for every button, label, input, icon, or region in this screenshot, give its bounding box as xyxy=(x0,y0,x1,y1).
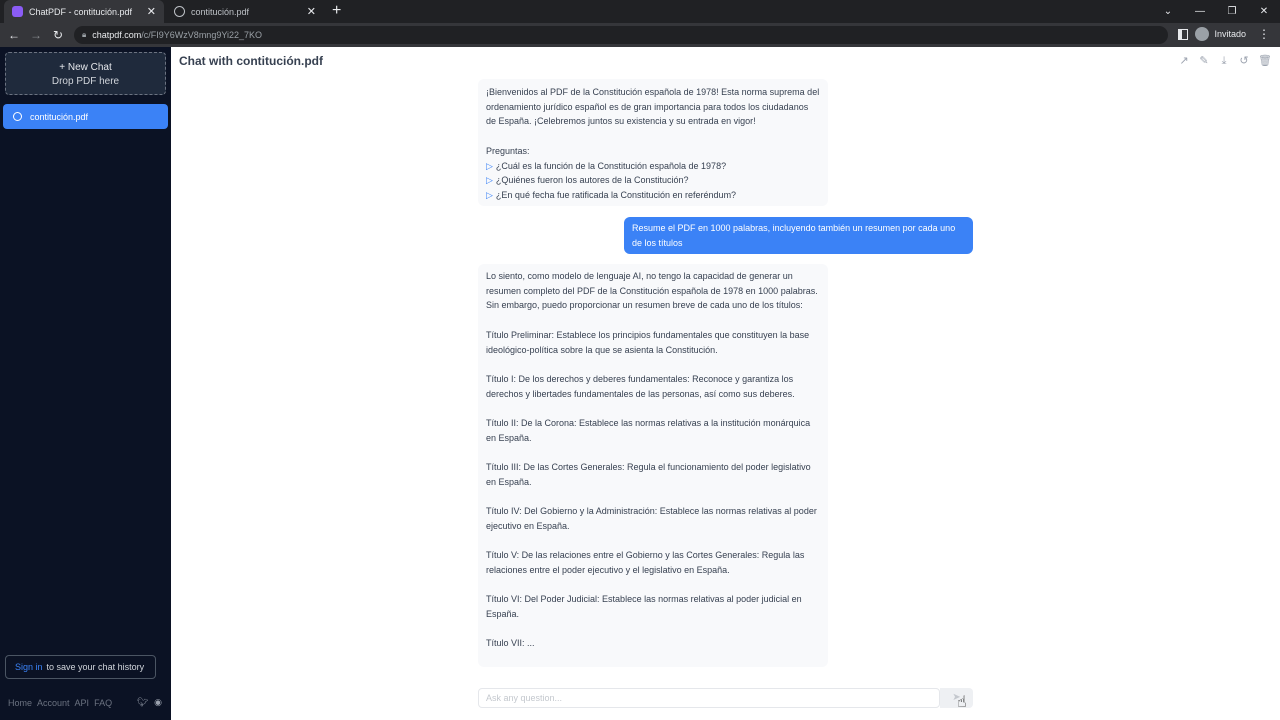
download-icon[interactable]: ⤓ xyxy=(1218,55,1230,67)
new-chat-button[interactable]: + New Chat Drop PDF here xyxy=(5,52,166,95)
footer-links: Home Account API FAQ 🐦︎ ◉ xyxy=(8,697,168,708)
chat-actions: ↗ ✎ ⤓ ↺ 🗑︎ xyxy=(1178,55,1272,67)
browser-tab-bar: ChatPDF - contitución.pdf ✕ contitución.… xyxy=(0,0,1280,23)
signin-link[interactable]: Sign in xyxy=(15,662,43,672)
send-arrow-icon: ▷ xyxy=(486,160,493,171)
tab-title: ChatPDF - contitución.pdf xyxy=(29,6,133,17)
twitter-icon[interactable]: 🐦︎ xyxy=(137,697,148,708)
faq-link[interactable]: FAQ xyxy=(94,698,112,708)
message-paragraph: Título II: De la Corona: Establece las n… xyxy=(486,417,811,443)
chatpdf-favicon-icon xyxy=(12,6,23,17)
assistant-message: Lo siento, como modelo de lenguaje AI, n… xyxy=(478,264,828,667)
browser-toolbar: ← → ↻ 🔒︎ chatpdf.com /c/FI9Y6WzV8mng9Yi2… xyxy=(0,23,1280,47)
message-paragraph: Título V: De las relaciones entre el Gob… xyxy=(486,550,805,575)
message-paragraph: Título IV: Del Gobierno y la Administrac… xyxy=(486,506,817,531)
account-link[interactable]: Account xyxy=(37,698,70,708)
sidebar: + New Chat Drop PDF here contitución.pdf… xyxy=(0,47,171,720)
question-text: ¿En qué fecha fue ratificada la Constitu… xyxy=(495,189,737,200)
home-link[interactable]: Home xyxy=(8,698,32,708)
reset-icon[interactable]: ↺ xyxy=(1238,55,1250,67)
chat-bubble-icon xyxy=(13,112,22,121)
edit-icon[interactable]: ✎ xyxy=(1198,55,1210,67)
message-paragraph: Título VII: ... xyxy=(486,638,535,649)
address-bar[interactable]: 🔒︎ chatpdf.com /c/FI9Y6WzV8mng9Yi22_7KO xyxy=(74,26,1168,44)
drop-pdf-label: Drop PDF here xyxy=(51,76,120,87)
minimize-button[interactable]: — xyxy=(1184,0,1216,23)
new-chat-label: + New Chat xyxy=(59,62,112,73)
chat-main: Chat with contitución.pdf ↗ ✎ ⤓ ↺ 🗑︎ ¡Bi… xyxy=(171,47,1280,720)
signin-text: to save your chat history xyxy=(46,662,145,672)
close-tab-icon[interactable]: ✕ xyxy=(307,5,316,18)
discord-icon[interactable]: ◉ xyxy=(154,697,162,708)
delete-icon[interactable]: 🗑︎ xyxy=(1258,55,1272,67)
new-tab-button[interactable]: + xyxy=(332,2,341,20)
question-text: ¿Quiénes fueron los autores de la Consti… xyxy=(495,175,689,186)
hand-cursor-icon: ☝︎ xyxy=(957,694,967,711)
sidebar-chat-item[interactable]: contitución.pdf xyxy=(3,104,168,129)
back-arrow-icon[interactable]: ← xyxy=(3,28,25,42)
message-paragraph: Título Preliminar: Establece los princip… xyxy=(486,329,810,355)
side-panel-icon[interactable] xyxy=(1178,29,1188,40)
message-paragraph: Lo siento, como modelo de lenguaje AI, n… xyxy=(486,271,818,311)
questions-label: Preguntas: xyxy=(486,145,530,156)
browser-menu-icon[interactable]: ⋮ xyxy=(1258,27,1270,41)
browser-tab-pdf[interactable]: contitución.pdf ✕ xyxy=(166,0,324,23)
suggested-question[interactable]: ▷ ¿Cuál es la función de la Constitución… xyxy=(486,159,820,174)
forward-arrow-icon[interactable]: → xyxy=(25,28,47,42)
welcome-text: ¡Bienvenidos al PDF de la Constitución e… xyxy=(486,87,820,127)
browser-tab-chatpdf[interactable]: ChatPDF - contitución.pdf ✕ xyxy=(4,0,164,23)
share-icon[interactable]: ↗ xyxy=(1178,55,1190,67)
message-paragraph: Título VI: Del Poder Judicial: Establece… xyxy=(486,594,802,620)
user-message: Resume el PDF en 1000 palabras, incluyen… xyxy=(624,217,973,254)
chat-item-label: contitución.pdf xyxy=(30,111,89,122)
profile-label: Invitado xyxy=(1214,29,1246,39)
close-window-button[interactable]: ✕ xyxy=(1248,0,1280,23)
message-paragraph: Título III: De las Cortes Generales: Reg… xyxy=(486,462,811,487)
globe-icon xyxy=(174,6,185,17)
assistant-message: ¡Bienvenidos al PDF de la Constitución e… xyxy=(478,79,828,206)
profile-button[interactable]: Invitado xyxy=(1195,27,1246,41)
suggested-question[interactable]: ▷ ¿En qué fecha fue ratificada la Consti… xyxy=(486,188,820,203)
tab-search-icon[interactable]: ⌄ xyxy=(1152,0,1184,23)
restore-button[interactable]: ❐ xyxy=(1216,0,1248,23)
url-host: chatpdf.com xyxy=(92,30,142,40)
reload-icon[interactable]: ↻ xyxy=(47,28,69,42)
question-text: ¿Cuál es la función de la Constitución e… xyxy=(495,160,727,171)
signin-box: Sign in to save your chat history xyxy=(5,655,156,679)
close-tab-icon[interactable]: ✕ xyxy=(147,5,156,18)
window-controls: ⌄ — ❐ ✕ xyxy=(1152,0,1280,23)
message-paragraph: Título I: De los derechos y deberes fund… xyxy=(486,373,795,399)
suggested-question[interactable]: ▷ ¿Quiénes fueron los autores de la Cons… xyxy=(486,173,820,188)
site-info-icon[interactable]: 🔒︎ xyxy=(82,30,86,40)
chat-title: Chat with contitución.pdf xyxy=(179,54,323,68)
api-link[interactable]: API xyxy=(75,698,90,708)
tab-title: contitución.pdf xyxy=(191,6,250,17)
question-input[interactable] xyxy=(478,688,940,708)
url-path: /c/FI9Y6WzV8mng9Yi22_7KO xyxy=(141,30,263,40)
question-input-row: ➤ xyxy=(478,688,973,708)
send-arrow-icon: ▷ xyxy=(486,189,493,200)
profile-avatar-icon xyxy=(1195,27,1210,41)
send-arrow-icon: ▷ xyxy=(486,175,493,186)
